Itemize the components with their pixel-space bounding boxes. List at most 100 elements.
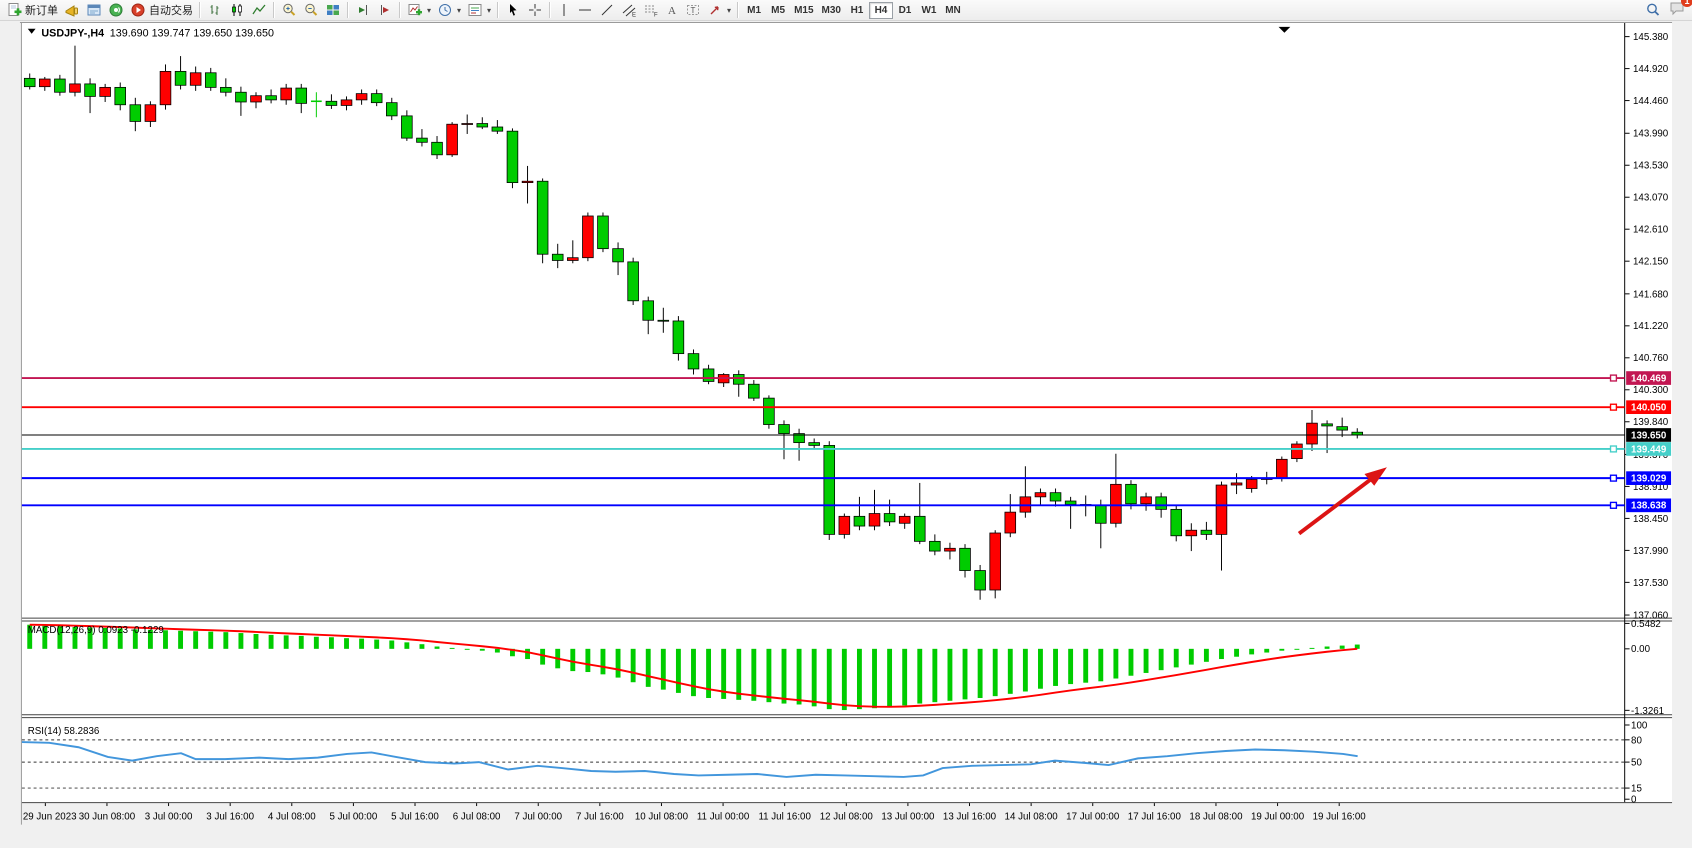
templates-button[interactable]: ▾ — [464, 1, 494, 19]
candle-body[interactable] — [583, 216, 594, 258]
timeframe-m1[interactable]: M1 — [742, 2, 766, 19]
candle-body[interactable] — [190, 73, 201, 86]
templates-dropdown-caret[interactable]: ▾ — [487, 6, 491, 15]
candle-body[interactable] — [432, 142, 443, 155]
signals-button[interactable] — [105, 1, 127, 19]
timeframe-m30[interactable]: M30 — [818, 2, 845, 19]
timeframe-m15[interactable]: M15 — [790, 2, 817, 19]
candle-body[interactable] — [251, 96, 262, 102]
candle-body[interactable] — [371, 94, 382, 103]
search-icon[interactable] — [1645, 2, 1661, 18]
candle-body[interactable] — [55, 79, 66, 92]
candle-body[interactable] — [1171, 509, 1182, 535]
candle-body[interactable] — [1141, 497, 1152, 504]
equidistant-channel-button[interactable]: E — [618, 1, 640, 19]
candle-body[interactable] — [477, 124, 488, 127]
candle-body[interactable] — [401, 116, 412, 138]
candle-body[interactable] — [85, 84, 96, 97]
indicators-button[interactable]: ▾ — [404, 1, 434, 19]
indicators-dropdown-caret[interactable]: ▾ — [427, 6, 431, 15]
candle-body[interactable] — [1095, 505, 1106, 523]
candle-body[interactable] — [748, 384, 759, 398]
zoom-out-button[interactable] — [300, 1, 322, 19]
vertical-line-button[interactable] — [554, 1, 574, 19]
candle-body[interactable] — [205, 73, 216, 88]
candle-body[interactable] — [462, 124, 473, 125]
candle-body[interactable] — [613, 249, 624, 262]
candle-body[interactable] — [552, 254, 563, 260]
candle-body[interactable] — [567, 258, 578, 261]
candle-body[interactable] — [220, 87, 231, 92]
level-line-handle[interactable] — [1611, 475, 1617, 481]
candle-body[interactable] — [1065, 501, 1076, 504]
level-line-handle[interactable] — [1611, 375, 1617, 381]
candle-body[interactable] — [1035, 493, 1046, 497]
candle-body[interactable] — [809, 443, 820, 446]
candle-body[interactable] — [960, 548, 971, 570]
candle-body[interactable] — [914, 516, 925, 541]
timeframe-m5[interactable]: M5 — [766, 2, 790, 19]
candle-body[interactable] — [537, 181, 548, 254]
candle-body[interactable] — [1156, 497, 1167, 510]
line-chart-button[interactable] — [248, 1, 270, 19]
candle-body[interactable] — [507, 131, 518, 182]
candle-body[interactable] — [100, 87, 111, 96]
candle-body[interactable] — [175, 71, 186, 85]
candle-body[interactable] — [160, 71, 171, 104]
candle-body[interactable] — [145, 105, 156, 122]
arrows-button[interactable]: ▾ — [704, 1, 734, 19]
chart-area[interactable]: 145.380144.920144.460143.990143.530143.0… — [0, 21, 1692, 848]
candle-body[interactable] — [839, 516, 850, 534]
candle-body[interactable] — [854, 516, 865, 526]
candle-body[interactable] — [975, 571, 986, 590]
candle-body[interactable] — [1231, 483, 1242, 485]
candle-body[interactable] — [1246, 479, 1257, 488]
candle-body[interactable] — [326, 101, 337, 105]
candle-body[interactable] — [643, 301, 654, 320]
candle-body[interactable] — [1337, 427, 1348, 430]
candle-body[interactable] — [130, 105, 141, 122]
bar-chart-button[interactable] — [204, 1, 226, 19]
fibonacci-button[interactable]: F — [640, 1, 662, 19]
candle-body[interactable] — [522, 181, 533, 182]
zoom-in-button[interactable] — [278, 1, 300, 19]
candle-body[interactable] — [1216, 485, 1227, 534]
candle-body[interactable] — [673, 321, 684, 354]
text-label-button[interactable]: T — [682, 1, 704, 19]
candle-body[interactable] — [945, 548, 956, 551]
candle-body[interactable] — [990, 533, 1001, 590]
candle-body[interactable] — [899, 516, 910, 523]
candle-body[interactable] — [703, 369, 714, 382]
candle-body[interactable] — [341, 100, 352, 106]
candle-body[interactable] — [296, 88, 307, 103]
candle-body[interactable] — [417, 138, 428, 142]
timeframe-mn[interactable]: MN — [941, 2, 965, 19]
candle-body[interactable] — [779, 425, 790, 434]
text-button[interactable]: A — [662, 1, 682, 19]
candle-body[interactable] — [39, 79, 50, 87]
candle-body[interactable] — [236, 92, 247, 102]
candle-body[interactable] — [884, 514, 895, 522]
candle-body[interactable] — [1186, 530, 1197, 536]
timeframe-d1[interactable]: D1 — [893, 2, 917, 19]
candle-body[interactable] — [628, 262, 639, 301]
candle-body[interactable] — [356, 94, 367, 100]
cursor-button[interactable] — [502, 1, 524, 19]
autotrading-button[interactable]: 自动交易 — [127, 1, 196, 19]
candle-body[interactable] — [1322, 424, 1333, 426]
level-line-handle[interactable] — [1611, 502, 1617, 508]
candle-body[interactable] — [1307, 423, 1318, 444]
periods-dropdown-caret[interactable]: ▾ — [457, 6, 461, 15]
arrows-dropdown-caret[interactable]: ▾ — [727, 6, 731, 15]
periods-button[interactable]: ▾ — [434, 1, 464, 19]
candle-body[interactable] — [266, 96, 277, 100]
timeframe-h1[interactable]: H1 — [845, 2, 869, 19]
crosshair-button[interactable] — [524, 1, 546, 19]
timeframe-h4[interactable]: H4 — [869, 2, 893, 19]
new-order-button[interactable]: 新订单 — [3, 1, 61, 19]
candle-body[interactable] — [1292, 444, 1303, 459]
candlestick-chart-button[interactable] — [226, 1, 248, 19]
candle-body[interactable] — [1005, 512, 1016, 533]
candle-body[interactable] — [1050, 493, 1061, 501]
level-line-handle[interactable] — [1611, 404, 1617, 410]
